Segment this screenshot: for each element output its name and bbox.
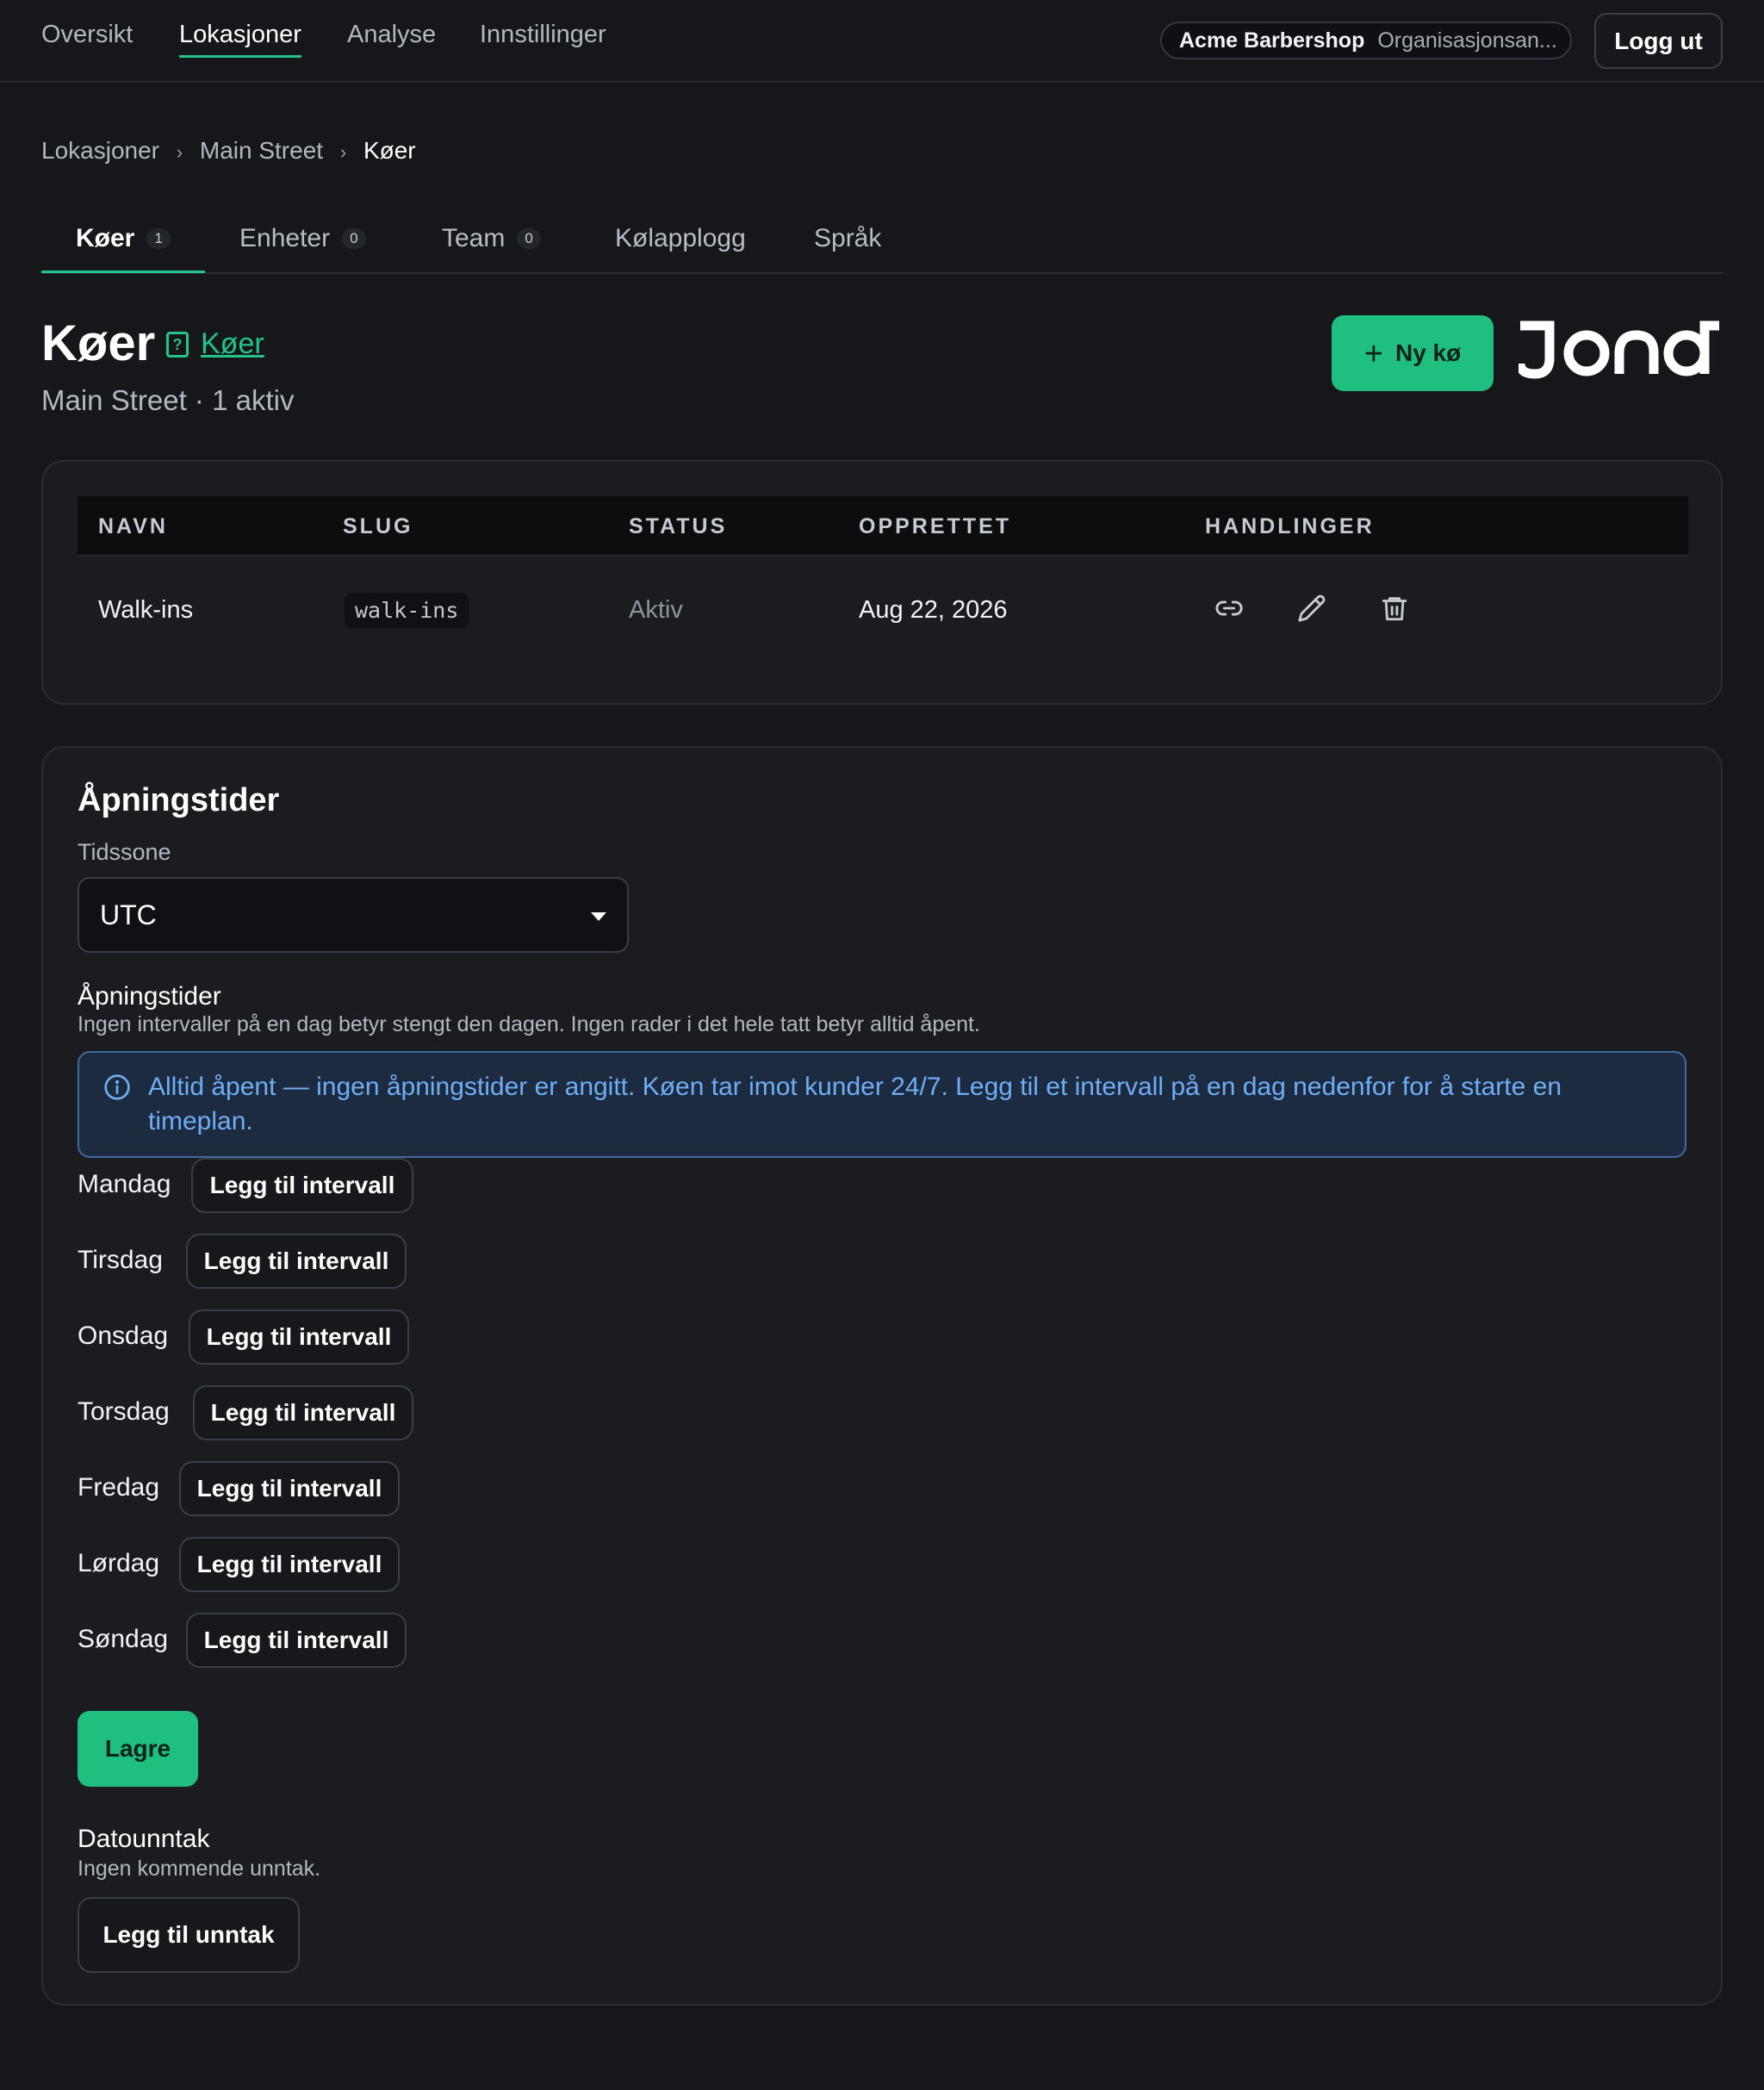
tab-enheter[interactable]: Enheter 0 [239,224,366,253]
location-tabs: Køer 1 Enheter 0 Team 0 Kølapplogg Språk [41,212,1723,274]
nav-analyse[interactable]: Analyse [347,21,436,49]
page-subtitle: Main Street · 1 aktiv [41,384,295,416]
top-navigation: Oversikt Lokasjoner Analyse Innstillinge… [0,0,1764,83]
copy-link-icon[interactable] [1210,589,1248,627]
nav-innstillinger[interactable]: Innstillinger [480,21,606,49]
breadcrumb-lokasjoner[interactable]: Lokasjoner [41,137,159,164]
queues-card: NAVN SLUG STATUS OPPRETTET HANDLINGER Wa… [41,460,1723,705]
new-queue-label: Ny kø [1394,339,1462,366]
timezone-value: UTC [100,899,157,930]
add-interval-button-fredag[interactable]: Legg til intervall [179,1461,400,1516]
organization-name: Acme Barbershop [1179,28,1365,53]
opening-hours-title: Åpningstider [78,782,280,818]
tab-count-badge: 0 [517,228,541,249]
tab-kolapplogg[interactable]: Kølapplogg [615,224,746,253]
new-queue-button[interactable]: + Ny kø [1332,315,1494,391]
edit-pencil-icon[interactable] [1293,589,1331,627]
queue-created-date: Aug 22, 2026 [859,596,1008,624]
timezone-label: Tidssone [78,839,171,865]
day-label-tirsdag: Tirsdag [78,1246,163,1274]
queue-name: Walk-ins [98,596,194,624]
help-icon: ? [166,332,189,358]
column-header-navn: NAVN [98,514,168,538]
tab-sprak[interactable]: Språk [814,224,881,253]
save-button[interactable]: Lagre [78,1711,198,1787]
add-interval-button-sondag[interactable]: Legg til intervall [186,1613,407,1668]
add-interval-button-lordag[interactable]: Legg til intervall [179,1537,400,1592]
help-link[interactable]: ? Køer [166,327,264,361]
day-label-onsdag: Onsdag [78,1322,169,1350]
day-label-lordag: Lørdag [78,1549,160,1577]
add-exception-button[interactable]: Legg til unntak [78,1897,300,1973]
help-link-label: Køer [201,327,264,360]
tab-team[interactable]: Team 0 [442,224,541,253]
info-icon [104,1074,130,1100]
delete-trash-icon[interactable] [1376,589,1413,627]
page-title: Køer [41,315,156,371]
brand-logo [1519,320,1719,379]
tab-label: Køer [76,224,135,252]
breadcrumb-current: Køer [363,137,416,164]
chevron-right-icon: › [176,141,183,163]
hours-section-title: Åpningstider [78,982,221,1011]
info-alert-text: Alltid åpent — ingen åpningstider er ang… [148,1073,1562,1135]
nav-oversikt[interactable]: Oversikt [41,21,133,49]
breadcrumb-main-street[interactable]: Main Street [200,137,323,164]
table-header: NAVN SLUG STATUS OPPRETTET HANDLINGER [78,496,1688,557]
plus-icon: + [1363,336,1383,372]
queue-slug: walk-ins [345,593,469,628]
column-header-handlinger: HANDLINGER [1205,514,1375,538]
logout-button[interactable]: Logg ut [1594,13,1723,69]
organization-switcher[interactable]: Acme Barbershop Organisasjonsan... [1160,22,1572,59]
queue-status: Aktiv [629,596,683,624]
tab-label: Team [442,224,506,252]
active-tab-indicator [41,271,205,273]
add-interval-button-tirsdag[interactable]: Legg til intervall [186,1234,407,1289]
organization-role: Organisasjonsan... [1377,28,1557,53]
tab-count-badge: 0 [342,228,366,249]
tab-koer[interactable]: Køer 1 [76,224,171,253]
opening-hours-card: Åpningstider Tidssone UTC Åpningstider I… [41,746,1723,2006]
hours-section-hint: Ingen intervaller på en dag betyr stengt… [78,1012,980,1036]
breadcrumb: Lokasjoner › Main Street › Køer [41,137,416,165]
tab-count-badge: 1 [146,228,171,249]
day-label-sondag: Søndag [78,1625,169,1653]
day-label-fredag: Fredag [78,1473,160,1502]
chevron-right-icon: › [339,141,347,163]
column-header-status: STATUS [629,514,728,538]
day-label-mandag: Mandag [78,1170,171,1198]
column-header-opprettet: OPPRETTET [859,514,1012,538]
add-interval-button-onsdag[interactable]: Legg til intervall [189,1309,409,1365]
table-row: Walk-ins walk-ins Aktiv Aug 22, 2026 [78,558,1688,679]
timezone-select[interactable]: UTC [78,877,629,953]
caret-down-icon [591,912,606,921]
column-header-slug: SLUG [343,514,413,538]
add-interval-button-mandag[interactable]: Legg til intervall [191,1158,413,1213]
add-interval-button-torsdag[interactable]: Legg til intervall [193,1385,413,1440]
date-exceptions-title: Datounntak [78,1825,210,1853]
nav-lokasjoner[interactable]: Lokasjoner [179,21,301,58]
date-exceptions-hint: Ingen kommende unntak. [78,1857,321,1881]
tab-label: Enheter [239,224,331,252]
day-label-torsdag: Torsdag [78,1397,170,1426]
always-open-info-alert: Alltid åpent — ingen åpningstider er ang… [78,1051,1686,1158]
